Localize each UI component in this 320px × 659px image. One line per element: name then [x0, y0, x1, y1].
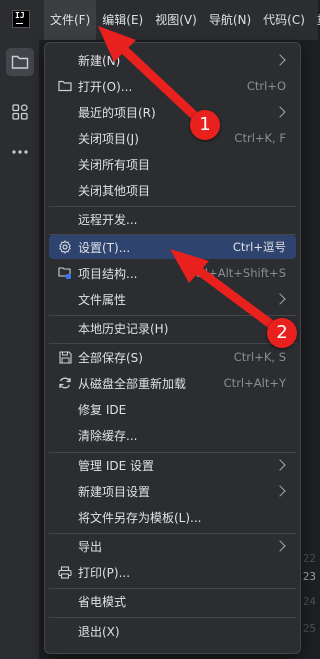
- menu-item-label: 设置(T)...: [78, 240, 131, 255]
- menu-item-label: 清除缓存...: [78, 428, 138, 443]
- menu-item-label: 打印(P)...: [78, 565, 131, 580]
- menu-item-label: 退出(X): [78, 624, 120, 639]
- menu-item-shortcut: Ctrl+Alt+Shift+S: [187, 266, 286, 280]
- menu-item-settings[interactable]: 设置(T)... Ctrl+逗号: [49, 235, 296, 259]
- reload-icon: [57, 375, 73, 391]
- submenu-arrow-icon: [274, 485, 286, 497]
- folder-icon: [11, 55, 29, 69]
- menu-item-shortcut: Ctrl+O: [246, 79, 286, 93]
- menu-item-label: 远程开发...: [78, 212, 138, 227]
- menu-item-close-all-projects[interactable]: 关闭所有项目: [49, 152, 296, 176]
- menu-item-label: 打开(O)...: [78, 79, 133, 94]
- annotation-badge-1: 1: [190, 110, 220, 140]
- menu-item-open[interactable]: 打开(O)... Ctrl+O: [49, 74, 296, 98]
- menu-item-project-structure[interactable]: 项目结构... Ctrl+Alt+Shift+S: [49, 261, 296, 285]
- menu-refactor[interactable]: 重: [311, 0, 320, 40]
- menu-item-label: 关闭其他项目: [78, 183, 151, 198]
- menu-item-shortcut: Ctrl+K, S: [233, 350, 286, 364]
- menu-item-remote-development[interactable]: 远程开发...: [49, 207, 296, 231]
- main-menu: 文件(F) 编辑(E) 视图(V) 导航(N) 代码(C) 重: [44, 0, 320, 40]
- structure-icon: [12, 104, 28, 120]
- menu-item-label: 新建项目设置: [78, 484, 151, 499]
- annotation-badge-2: 2: [267, 318, 297, 348]
- submenu-arrow-icon: [274, 106, 286, 118]
- menu-item-label: 全部保存(S): [78, 350, 143, 365]
- menu-item-label: 导出: [78, 539, 103, 554]
- project-tool-button[interactable]: [6, 48, 34, 76]
- menu-item-shortcut: Ctrl+逗号: [232, 240, 286, 254]
- print-icon: [57, 564, 73, 580]
- menu-item-shortcut: Ctrl+Alt+Y: [223, 376, 286, 390]
- menu-edit[interactable]: 编辑(E): [96, 0, 149, 40]
- menu-item-save-all[interactable]: 全部保存(S) Ctrl+K, S: [49, 345, 296, 369]
- menu-item-label: 新建(N): [78, 53, 121, 68]
- gear-icon: [57, 239, 73, 255]
- submenu-arrow-icon: [274, 459, 286, 471]
- menu-item-exit[interactable]: 退出(X): [49, 619, 296, 643]
- menu-item-invalidate-caches[interactable]: 清除缓存...: [49, 423, 296, 447]
- folder-icon: [57, 78, 73, 94]
- menu-item-label: 关闭所有项目: [78, 157, 151, 172]
- menu-item-print[interactable]: 打印(P)...: [49, 560, 296, 584]
- menu-separator: [49, 343, 296, 344]
- submenu-arrow-icon: [274, 293, 286, 305]
- menu-item-recent-projects[interactable]: 最近的项目(R): [49, 100, 296, 124]
- submenu-arrow-icon: [274, 54, 286, 66]
- menu-item-new-projects-setup[interactable]: 新建项目设置: [49, 479, 296, 503]
- menu-item-reload-from-disk[interactable]: 从磁盘全部重新加载 Ctrl+Alt+Y: [49, 371, 296, 395]
- menu-view[interactable]: 视图(V): [149, 0, 203, 40]
- submenu-arrow-icon: [274, 540, 286, 552]
- menu-bar: IJ 文件(F) 编辑(E) 视图(V) 导航(N) 代码(C) 重: [0, 0, 320, 40]
- menu-item-shortcut: Ctrl+K, F: [234, 131, 286, 145]
- menu-item-close-project[interactable]: 关闭项目(J) Ctrl+K, F: [49, 126, 296, 150]
- menu-item-label: 将文件另存为模板(L)...: [78, 510, 202, 525]
- menu-file[interactable]: 文件(F): [44, 0, 97, 40]
- menu-code[interactable]: 代码(C): [257, 0, 311, 40]
- app-logo[interactable]: IJ: [12, 10, 30, 28]
- file-menu-popup: 新建(N) 打开(O)... Ctrl+O 最近的项目(R) 关闭项目(J) C…: [44, 42, 301, 654]
- menu-item-manage-ide-settings[interactable]: 管理 IDE 设置: [49, 453, 296, 477]
- menu-item-save-as-template[interactable]: 将文件另存为模板(L)...: [49, 505, 296, 529]
- menu-separator: [49, 617, 296, 618]
- menu-navigate[interactable]: 导航(N): [203, 0, 257, 40]
- menu-item-label: 关闭项目(J): [78, 131, 139, 146]
- tool-window-strip: [0, 40, 40, 659]
- menu-item-label: 本地历史记录(H): [78, 321, 169, 336]
- project-structure-icon: [57, 265, 73, 281]
- more-icon: [12, 150, 28, 154]
- more-tools-button[interactable]: [6, 138, 34, 166]
- menu-item-label: 修复 IDE: [78, 402, 127, 417]
- structure-tool-button[interactable]: [6, 98, 34, 126]
- menu-item-label: 从磁盘全部重新加载: [78, 376, 187, 391]
- menu-item-export[interactable]: 导出: [49, 534, 296, 558]
- menu-item-label: 文件属性: [78, 292, 127, 307]
- menu-item-new[interactable]: 新建(N): [49, 48, 296, 72]
- menu-item-label: 项目结构...: [78, 266, 138, 281]
- menu-item-label: 省电模式: [78, 594, 127, 609]
- menu-item-repair-ide[interactable]: 修复 IDE: [49, 397, 296, 421]
- menu-item-file-properties[interactable]: 文件属性: [49, 287, 296, 311]
- menu-item-power-save-mode[interactable]: 省电模式: [49, 589, 296, 613]
- menu-item-label: 最近的项目(R): [78, 105, 156, 120]
- menu-item-label: 管理 IDE 设置: [78, 458, 154, 473]
- menu-item-close-other-projects[interactable]: 关闭其他项目: [49, 178, 296, 202]
- menu-item-local-history[interactable]: 本地历史记录(H): [49, 316, 296, 340]
- save-icon: [57, 349, 73, 365]
